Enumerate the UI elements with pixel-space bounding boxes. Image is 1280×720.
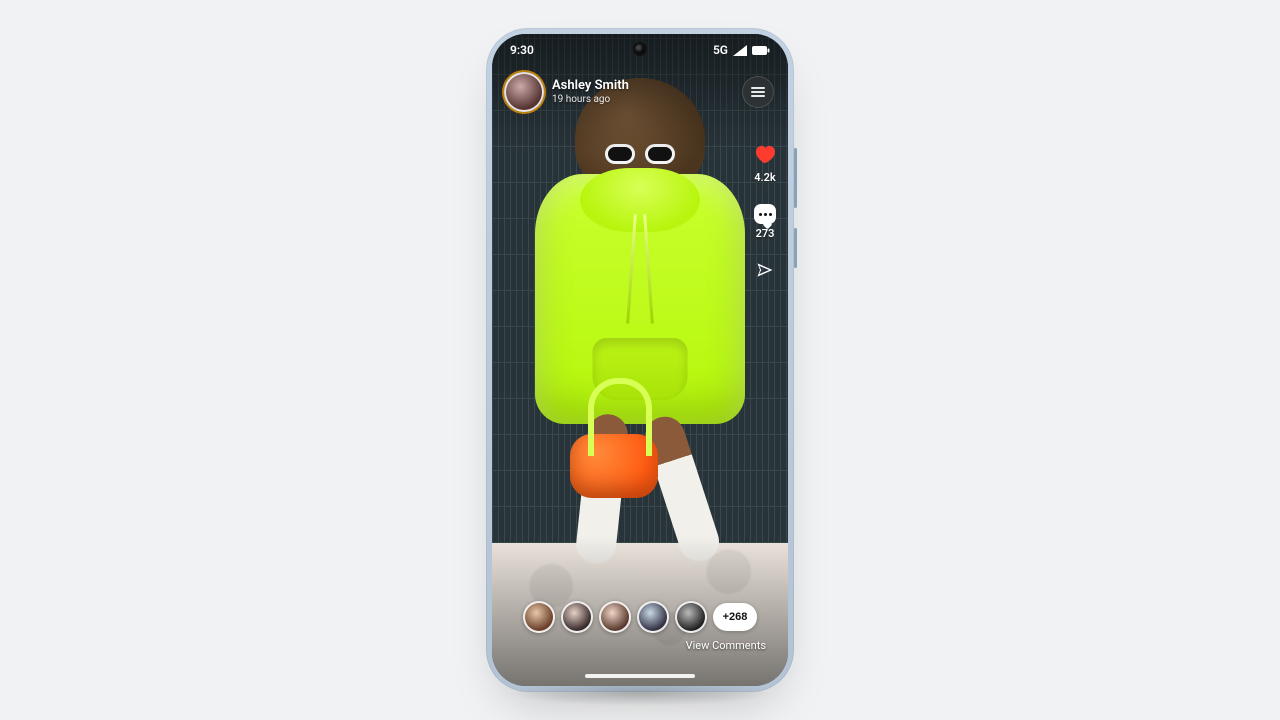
author-name: Ashley Smith (552, 79, 629, 93)
viewer-avatars-row: +268 (523, 601, 758, 633)
likes-count: 4.2k (754, 171, 776, 184)
viewer-avatar[interactable] (561, 601, 593, 633)
post-timestamp: 19 hours ago (552, 94, 629, 105)
like-button[interactable]: 4.2k (754, 144, 776, 184)
comments-count: 273 (756, 227, 775, 240)
more-viewers-pill[interactable]: +268 (713, 603, 758, 631)
share-icon (755, 260, 775, 284)
viewer-avatar[interactable] (675, 601, 707, 633)
chat-icon (754, 204, 776, 224)
heart-icon (754, 144, 776, 168)
status-time: 9:30 (510, 43, 534, 57)
viewer-avatar[interactable] (637, 601, 669, 633)
hamburger-icon (751, 87, 765, 97)
battery-icon (752, 45, 770, 56)
menu-button[interactable] (742, 76, 774, 108)
viewer-avatar[interactable] (523, 601, 555, 633)
viewers-section: +268 View Comments (492, 601, 788, 652)
phone-screen: 9:30 5G Ashley Smith 19 hours ago (492, 34, 788, 686)
action-rail: 4.2k 273 (754, 144, 776, 284)
post-header[interactable]: Ashley Smith 19 hours ago (504, 72, 629, 112)
share-button[interactable] (755, 260, 775, 284)
phone-frame: 9:30 5G Ashley Smith 19 hours ago (486, 28, 794, 692)
view-comments-link[interactable]: View Comments (686, 639, 766, 652)
gesture-bar[interactable] (585, 674, 695, 678)
network-label: 5G (713, 43, 728, 57)
front-camera-dot (635, 44, 645, 54)
viewer-avatar[interactable] (599, 601, 631, 633)
signal-icon (733, 45, 747, 56)
author-avatar[interactable] (504, 72, 544, 112)
comments-button[interactable]: 273 (754, 204, 776, 240)
